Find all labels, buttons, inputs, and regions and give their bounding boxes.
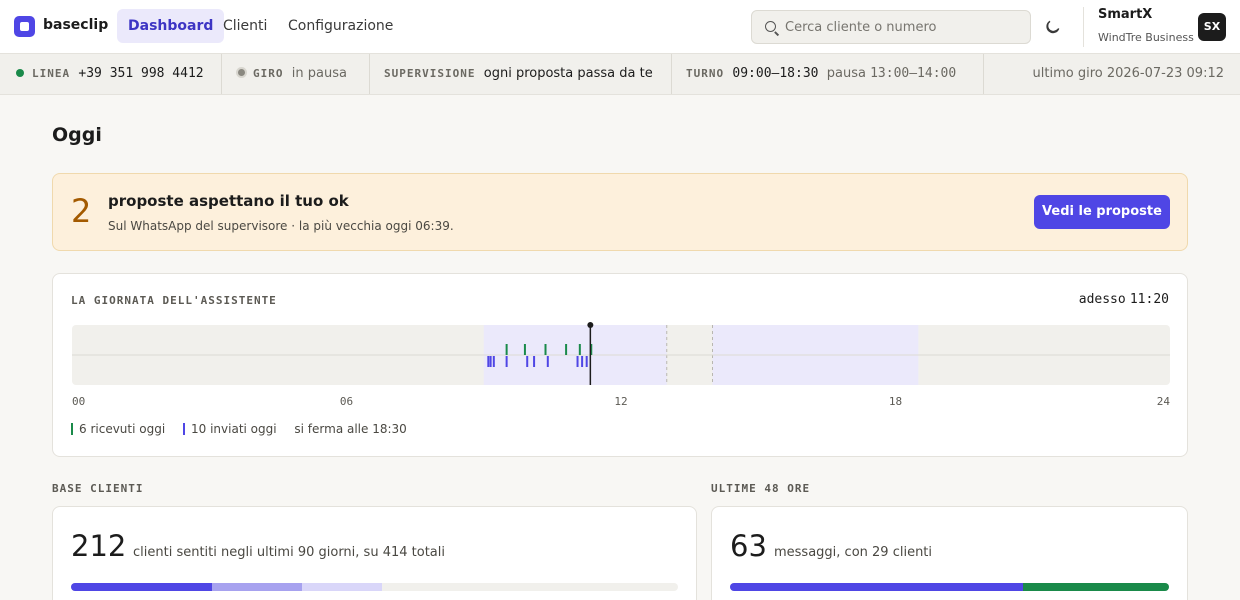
alert-subtitle: Sul WhatsApp del supervisore · la più ve…: [108, 219, 454, 233]
turno-pause-label: pausa: [826, 66, 866, 81]
user-name: SmartX: [1098, 7, 1153, 22]
ultime48-description: messaggi, con 29 clienti: [774, 545, 933, 560]
received-message-mark: [565, 344, 568, 355]
now-label: adesso: [1078, 292, 1126, 307]
ultime48-bar: [730, 583, 1169, 591]
timeline-card: LA GIORNATA DELL'ASSISTENTE adesso 11:20…: [52, 273, 1188, 457]
supervisione-value: ogni proposta passa da te: [483, 66, 653, 81]
online-dot-icon: [16, 69, 24, 77]
received-message-mark: [544, 344, 547, 355]
bar-segment: [211, 583, 303, 591]
sent-message-mark: [546, 356, 549, 367]
sent-message-mark: [489, 356, 492, 367]
alert-title: proposte aspettano il tuo ok: [108, 192, 349, 210]
legend-received-text: 6 ricevuti oggi: [79, 422, 166, 436]
hour-tick-label: 24: [1157, 395, 1171, 408]
legend-sent: 10 inviati oggi: [183, 422, 277, 436]
timeline-legend: 6 ricevuti oggi 10 inviati oggi si ferma…: [71, 422, 407, 436]
giro-value: in pausa: [291, 66, 347, 81]
avatar[interactable]: SX: [1198, 13, 1226, 41]
day-timeline-chart: 00 06 12 18 24: [72, 322, 1171, 408]
sent-message-mark: [585, 356, 588, 367]
base-clienti-description: clienti sentiti negli ultimi 90 giorni, …: [133, 545, 445, 560]
last-run: ultimo giro 2026-07-23 09:12: [1032, 66, 1224, 81]
legend-stop: si ferma alle 18:30: [294, 422, 407, 436]
ultime48-value: 63: [730, 529, 767, 563]
view-proposals-button[interactable]: Vedi le proposte: [1034, 195, 1170, 229]
pending-count: 2: [71, 192, 92, 230]
turno-label: TURNO: [686, 67, 725, 80]
linea-value: +39 351 998 4412: [78, 66, 204, 81]
timeline-label: LA GIORNATA DELL'ASSISTENTE: [71, 294, 277, 307]
base-clienti-bar: [71, 583, 678, 591]
moon-icon[interactable]: [1045, 19, 1061, 35]
legend-sent-text: 10 inviati oggi: [191, 422, 277, 436]
top-bar: baseclip Dashboard Clienti Configurazion…: [0, 0, 1240, 54]
received-message-mark: [523, 344, 526, 355]
status-giro: GIRO in pausa: [236, 54, 347, 94]
base-clienti-card: 212 clienti sentiti negli ultimi 90 gior…: [52, 506, 697, 600]
sent-message-mark: [576, 356, 579, 367]
nav-configurazione[interactable]: Configurazione: [277, 9, 404, 43]
status-divider: [983, 54, 984, 94]
status-linea: LINEA +39 351 998 4412: [16, 54, 204, 94]
search-icon: [765, 21, 776, 32]
search-input[interactable]: [785, 11, 1025, 43]
supervisione-label: SUPERVISIONE: [384, 67, 476, 80]
hour-tick-label: 06: [340, 395, 353, 408]
sent-message-mark: [487, 356, 490, 367]
hour-tick-label: 18: [889, 395, 902, 408]
search-box[interactable]: [751, 10, 1031, 44]
now-time: 11:20: [1129, 292, 1169, 307]
paused-dot-icon: [236, 67, 247, 78]
sent-swatch: [183, 423, 185, 435]
giro-label: GIRO: [253, 67, 284, 80]
sent-message-mark: [492, 356, 495, 367]
now-marker: [587, 322, 594, 328]
header-divider: [1083, 7, 1084, 47]
sent-message-mark: [526, 356, 529, 367]
bar-segment: [1022, 583, 1169, 591]
status-bar: LINEA +39 351 998 4412 GIRO in pausa SUP…: [0, 54, 1240, 95]
ultime48-label: ULTIME 48 ORE: [711, 482, 811, 495]
logo-icon[interactable]: [14, 16, 35, 37]
legend-received: 6 ricevuti oggi: [71, 422, 165, 436]
turno-hours: 09:00–18:30: [732, 66, 819, 81]
status-divider: [671, 54, 672, 94]
brand-name[interactable]: baseclip: [43, 17, 108, 33]
hour-tick-label: 00: [72, 395, 85, 408]
sent-message-mark: [533, 356, 536, 367]
sent-message-mark: [581, 356, 584, 367]
status-divider: [221, 54, 222, 94]
nav-dashboard[interactable]: Dashboard: [117, 9, 225, 43]
received-message-mark: [578, 344, 581, 355]
bar-segment: [302, 583, 383, 591]
now-indicator: adesso 11:20: [1079, 292, 1169, 307]
turno-pause: 13:00–14:00: [870, 66, 957, 81]
linea-label: LINEA: [32, 67, 71, 80]
status-turno: TURNO 09:00–18:30 pausa 13:00–14:00: [686, 54, 956, 94]
page-title: Oggi: [52, 124, 102, 146]
received-swatch: [71, 423, 73, 435]
status-divider: [369, 54, 370, 94]
status-supervisione: SUPERVISIONE ogni proposta passa da te: [384, 54, 653, 94]
received-message-mark: [505, 344, 508, 355]
hour-tick-label: 12: [614, 395, 627, 408]
user-org: WindTre Business: [1098, 31, 1194, 44]
ultime48-card: 63 messaggi, con 29 clienti: [711, 506, 1188, 600]
sent-message-mark: [505, 356, 508, 367]
pending-proposals-alert: 2 proposte aspettano il tuo ok Sul Whats…: [52, 173, 1188, 251]
bar-segment: [71, 583, 212, 591]
nav-clienti[interactable]: Clienti: [212, 9, 278, 43]
bar-segment: [730, 583, 1023, 591]
base-clienti-label: BASE CLIENTI: [52, 482, 144, 495]
base-clienti-value: 212: [71, 529, 127, 563]
